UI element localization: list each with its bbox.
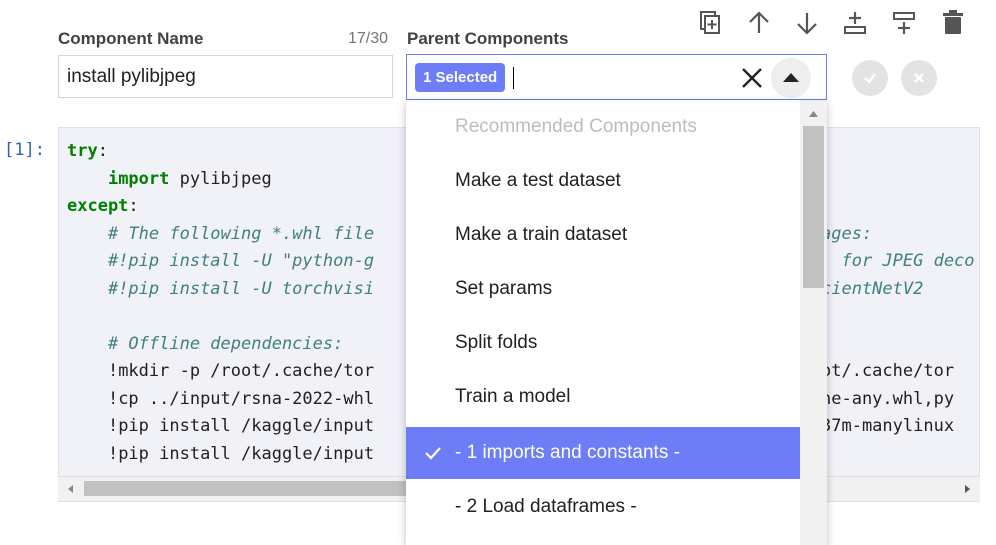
arrow-up-icon[interactable] bbox=[744, 8, 774, 38]
code-text: : bbox=[97, 141, 108, 161]
code-comment: # Offline dependencies: bbox=[107, 333, 344, 354]
horizontal-scroll-thumb[interactable] bbox=[84, 481, 444, 496]
dropdown-group-header: Recommended Components bbox=[455, 116, 697, 137]
code-text: !cp ../input/rsna-2022-whl bbox=[107, 388, 375, 409]
parent-components-select[interactable]: 1 Selected bbox=[406, 54, 827, 100]
scroll-up-icon[interactable] bbox=[808, 109, 819, 118]
parent-components-label: Parent Components bbox=[407, 29, 569, 48]
parent-components-dropdown: Recommended Components Make a test datas… bbox=[406, 100, 827, 545]
dropdown-option[interactable]: - 2 Load dataframes - bbox=[406, 481, 800, 533]
confirm-button[interactable] bbox=[852, 60, 888, 96]
dropdown-vertical-scrollbar[interactable] bbox=[800, 100, 827, 545]
dropdown-scroll-thumb[interactable] bbox=[803, 126, 824, 288]
cancel-button[interactable] bbox=[901, 60, 937, 96]
code-text: ne-any.whl,py bbox=[821, 388, 955, 409]
code-text: : bbox=[128, 196, 139, 216]
component-name-label: Component Name bbox=[58, 29, 204, 48]
code-text: !mkdir -p /root/.cache/tor bbox=[107, 361, 375, 381]
code-comment: ' for JPEG deco bbox=[821, 251, 975, 271]
code-comment: # The following *.whl file bbox=[107, 223, 375, 244]
selected-count-chip: 1 Selected bbox=[415, 63, 506, 92]
code-keyword: except bbox=[67, 196, 129, 216]
code-right-column: ages: ' for JPEG deco cientNetV2 ot/.cac… bbox=[821, 138, 975, 441]
confirm-check-icon bbox=[864, 73, 876, 84]
code-left-column: try: import pylibjpeg except: # The foll… bbox=[67, 138, 374, 468]
code-text: 37m-manylinux bbox=[821, 416, 955, 436]
code-comment: ages: bbox=[821, 223, 873, 244]
insert-below-icon[interactable] bbox=[840, 8, 870, 38]
char-counter: 17/30 bbox=[348, 30, 389, 47]
dropdown-option[interactable]: Make a test dataset bbox=[406, 155, 800, 207]
code-comment: cientNetV2 bbox=[821, 278, 924, 299]
chevron-up-icon bbox=[783, 73, 799, 82]
cell-prompt: [1]: bbox=[4, 140, 45, 160]
duplicate-icon[interactable] bbox=[695, 8, 725, 38]
trash-icon[interactable] bbox=[938, 8, 968, 38]
dropdown-option[interactable]: Make a train dataset bbox=[406, 209, 800, 261]
clear-x-icon[interactable] bbox=[739, 65, 765, 91]
component-name-input[interactable] bbox=[58, 55, 393, 98]
dropdown-option[interactable]: Train a model bbox=[406, 371, 800, 423]
code-text: !pip install /kaggle/input bbox=[107, 416, 375, 436]
cancel-x-icon bbox=[914, 73, 924, 83]
dropdown-option-selected[interactable]: - 1 imports and constants - bbox=[406, 427, 800, 479]
code-keyword: import bbox=[107, 168, 170, 189]
scroll-right-icon[interactable] bbox=[962, 484, 972, 494]
arrow-down-icon[interactable] bbox=[792, 8, 822, 38]
dropdown-toggle-button[interactable] bbox=[771, 58, 811, 98]
dropdown-option[interactable]: Set params bbox=[406, 263, 800, 315]
text-caret bbox=[513, 67, 514, 89]
dropdown-option[interactable]: Split folds bbox=[406, 317, 800, 369]
scroll-left-icon[interactable] bbox=[66, 484, 76, 494]
code-text: !pip install /kaggle/input bbox=[107, 443, 375, 464]
code-comment: #!pip install -U torchvisi bbox=[107, 278, 375, 299]
cell-toolbar bbox=[695, 8, 975, 40]
dropdown-option-label: - 1 imports and constants - bbox=[455, 442, 680, 463]
code-text: ot/.cache/tor bbox=[821, 361, 955, 381]
checkmark-icon bbox=[425, 447, 441, 460]
insert-above-icon[interactable] bbox=[889, 8, 919, 38]
code-text: pylibjpeg bbox=[169, 168, 272, 189]
code-keyword: try bbox=[67, 141, 98, 161]
code-comment: #!pip install -U "python-g bbox=[107, 251, 375, 271]
